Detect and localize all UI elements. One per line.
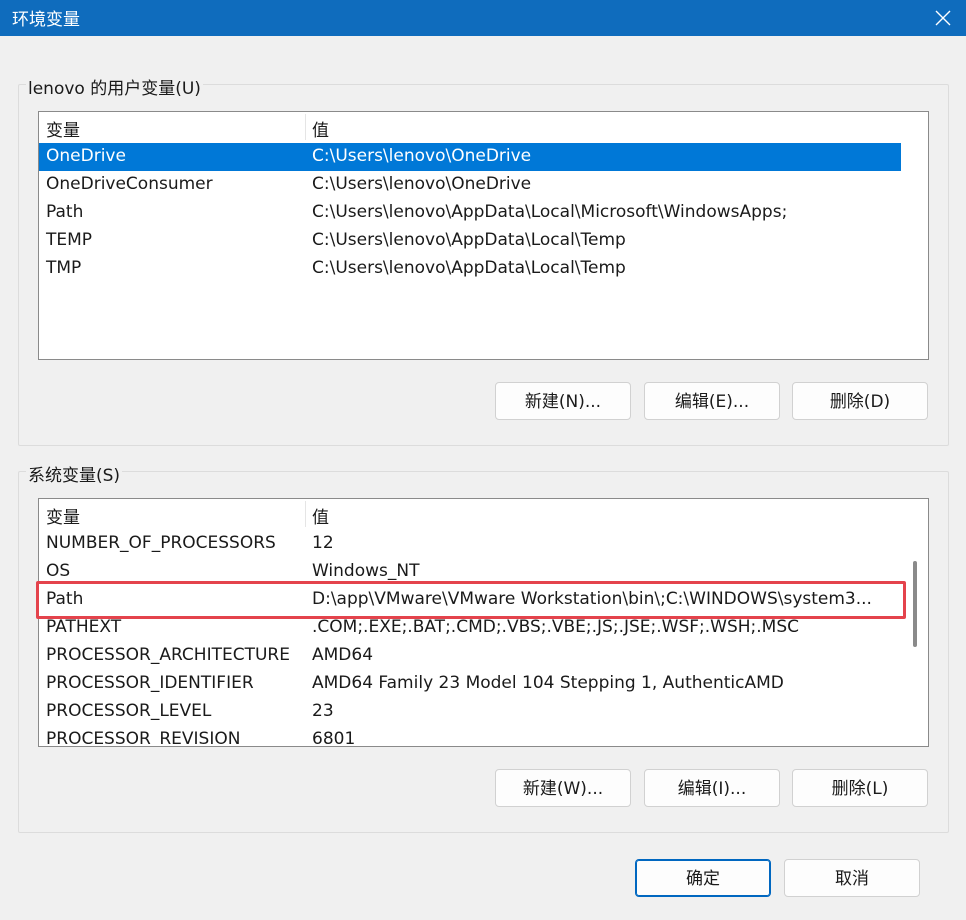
variable-name: TMP	[46, 258, 82, 278]
system-variable-row[interactable]: PROCESSOR_ARCHITECTURE AMD64	[39, 642, 901, 670]
system-variable-row[interactable]: PROCESSOR_REVISION 6801	[39, 726, 901, 747]
system-variables-list[interactable]: 变量 值 NUMBER_OF_PROCESSORS 12 OS Windows_NT P…	[38, 498, 929, 747]
list-header: 变量 值	[39, 499, 901, 529]
variable-value: AMD64 Family 23 Model 104 Stepping 1, Au…	[312, 673, 784, 693]
column-header-value[interactable]: 值	[312, 503, 329, 528]
system-variable-row[interactable]: NUMBER_OF_PROCESSORS 12	[39, 530, 901, 558]
variable-name: OneDriveConsumer	[46, 174, 213, 194]
variable-value: C:\Users\lenovo\OneDrive	[312, 174, 532, 194]
variable-name: PROCESSOR_IDENTIFIER	[46, 673, 254, 693]
variable-value: 12	[312, 533, 334, 553]
column-header-value[interactable]: 值	[312, 116, 329, 141]
cancel-button[interactable]: 取消	[784, 859, 920, 897]
user-variable-row[interactable]: OneDriveConsumer C:\Users\lenovo\OneDrive	[39, 171, 901, 199]
variable-name: OS	[46, 561, 71, 581]
variable-name: NUMBER_OF_PROCESSORS	[46, 533, 276, 553]
user-variables-label: lenovo 的用户变量(U)	[26, 74, 203, 99]
list-header: 变量 值	[39, 112, 901, 142]
variable-value: C:\Users\lenovo\AppData\Local\Microsoft\…	[312, 202, 788, 222]
variable-name: OneDrive	[46, 146, 126, 166]
variable-value: 23	[312, 701, 334, 721]
close-button[interactable]	[920, 0, 966, 36]
column-header-variable[interactable]: 变量	[46, 116, 80, 141]
user-new-button[interactable]: 新建(N)...	[495, 382, 631, 420]
system-delete-button[interactable]: 删除(L)	[792, 769, 928, 807]
variable-name: PROCESSOR_ARCHITECTURE	[46, 645, 290, 665]
window-title: 环境变量	[12, 10, 80, 30]
system-variables-label: 系统变量(S)	[26, 461, 123, 486]
variable-value: Windows_NT	[312, 561, 420, 581]
system-variable-row[interactable]: PROCESSOR_IDENTIFIER AMD64 Family 23 Mode…	[39, 670, 901, 698]
user-variable-row[interactable]: OneDrive C:\Users\lenovo\OneDrive	[39, 143, 901, 171]
scrollbar-thumb[interactable]	[913, 561, 917, 647]
user-edit-button[interactable]: 编辑(E)...	[644, 382, 780, 420]
user-variable-row[interactable]: Path C:\Users\lenovo\AppData\Local\Micros…	[39, 199, 901, 227]
variable-value: AMD64	[312, 645, 374, 665]
variable-value: .COM;.EXE;.BAT;.CMD;.VBS;.VBE;.JS;.JSE;.…	[312, 617, 800, 637]
user-variables-list[interactable]: 变量 值 OneDrive C:\Users\lenovo\OneDrive One…	[38, 111, 929, 360]
variable-value: C:\Users\lenovo\OneDrive	[312, 146, 532, 166]
variable-value: C:\Users\lenovo\AppData\Local\Temp	[312, 258, 626, 278]
column-header-variable[interactable]: 变量	[46, 503, 80, 528]
variable-name: PROCESSOR_LEVEL	[46, 701, 212, 721]
user-variable-row[interactable]: TMP C:\Users\lenovo\AppData\Local\Temp	[39, 255, 901, 283]
ok-button[interactable]: 确定	[635, 859, 771, 897]
system-edit-button[interactable]: 编辑(I)...	[644, 769, 780, 807]
column-divider[interactable]	[305, 501, 306, 527]
system-new-button[interactable]: 新建(W)...	[495, 769, 631, 807]
path-row-highlight	[36, 581, 906, 619]
user-variable-row[interactable]: TEMP C:\Users\lenovo\AppData\Local\Temp	[39, 227, 901, 255]
user-delete-button[interactable]: 删除(D)	[792, 382, 928, 420]
variable-name: Path	[46, 202, 84, 222]
variable-value: C:\Users\lenovo\AppData\Local\Temp	[312, 230, 626, 250]
variable-name: PROCESSOR_REVISION	[46, 729, 241, 747]
variable-value: 6801	[312, 729, 356, 747]
title-bar: 环境变量	[0, 0, 966, 36]
system-variable-row[interactable]: PROCESSOR_LEVEL 23	[39, 698, 901, 726]
variable-name: TEMP	[46, 230, 93, 250]
variable-name: PATHEXT	[46, 617, 122, 637]
close-icon	[935, 10, 951, 26]
column-divider[interactable]	[305, 114, 306, 140]
